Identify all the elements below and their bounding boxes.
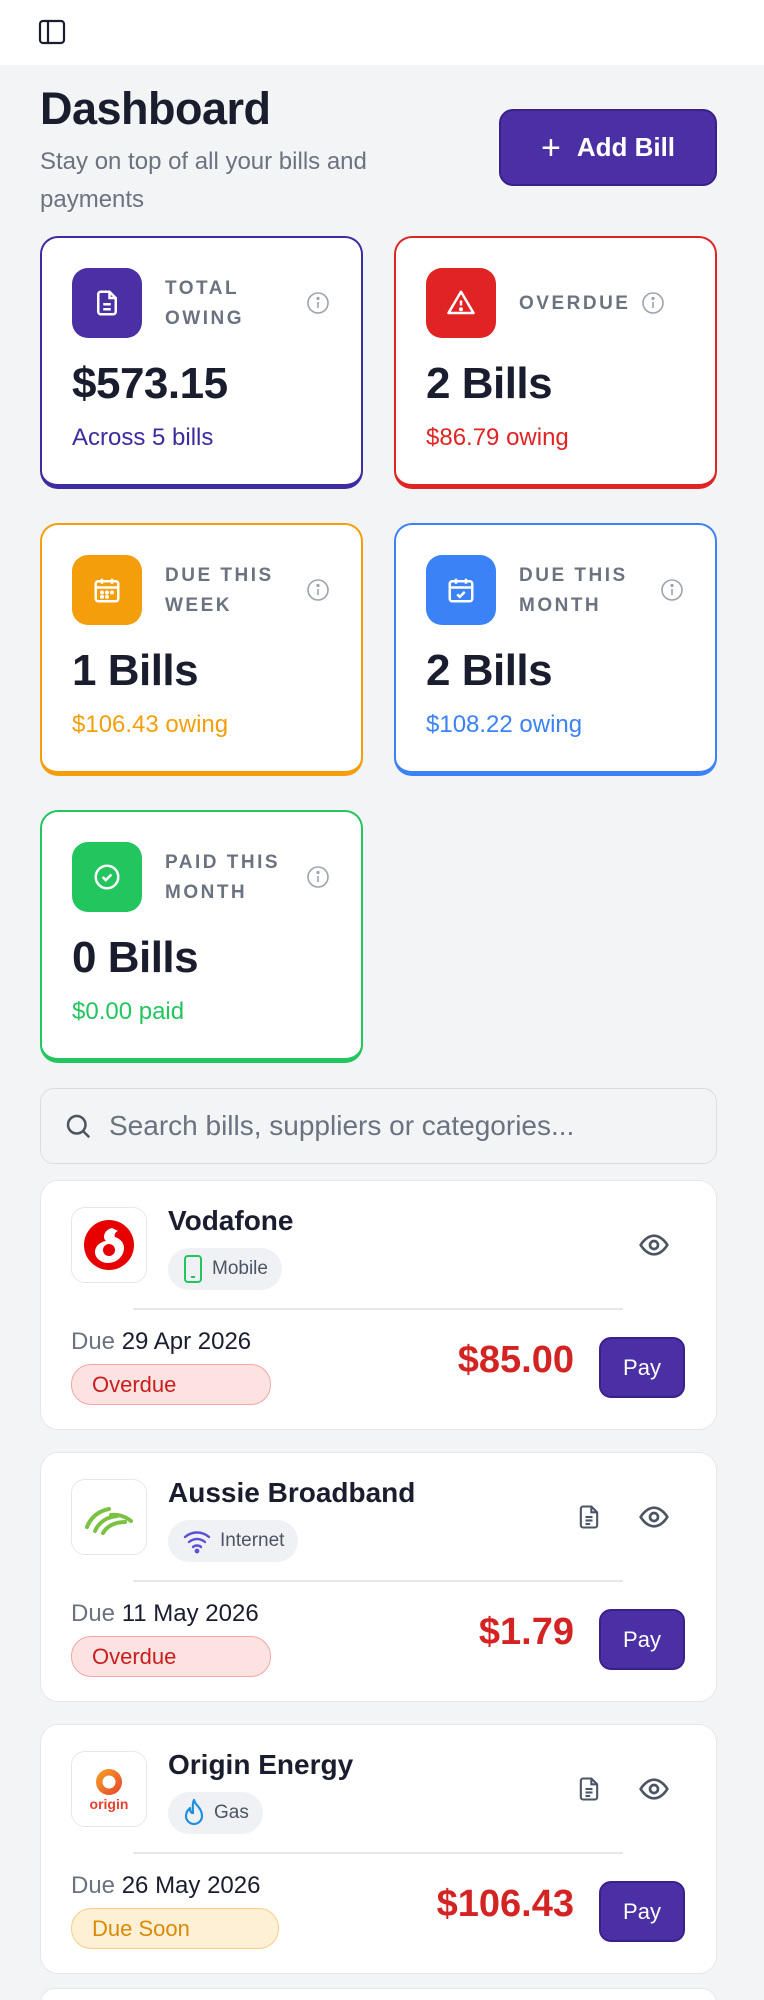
warning-icon (426, 268, 496, 338)
page-subtitle: Stay on top of all your bills and paymen… (40, 148, 367, 213)
aussie-broadband-logo (71, 1479, 147, 1555)
pay-button[interactable]: Pay (599, 1881, 685, 1942)
bill-card-aussie-broadband[interactable]: Aussie Broadband Internet Due 11 May 202… (40, 1452, 717, 1702)
bill-due-date: Due 11 May 2026 (71, 1600, 259, 1628)
divider (133, 1308, 623, 1310)
pay-button[interactable]: Pay (599, 1337, 685, 1398)
info-icon[interactable] (306, 291, 330, 315)
search-input[interactable] (109, 1110, 669, 1142)
due-prefix: Due (71, 1872, 116, 1899)
stat-label: OVERDUE (519, 293, 631, 314)
stat-label: TOTAL OWING (165, 278, 244, 329)
eye-icon[interactable] (636, 1771, 672, 1807)
stat-value: $573.15 (72, 359, 228, 408)
stat-value: 2 Bills (426, 359, 553, 408)
bill-card-origin-energy[interactable]: origin Origin Energy Gas Due 26 May 2026… (40, 1724, 717, 1974)
status-badge: Overdue (71, 1364, 271, 1405)
stat-sub: Across 5 bills (72, 424, 214, 451)
bill-amount: $85.00 (457, 1339, 574, 1381)
info-icon[interactable] (306, 865, 330, 889)
stat-sub: $0.00 paid (72, 998, 185, 1025)
info-icon[interactable] (660, 578, 684, 602)
stat-value: 0 Bills (72, 933, 199, 982)
top-bar (0, 0, 764, 65)
bill-category-label: Mobile (212, 1258, 268, 1279)
plus-icon: + (540, 128, 561, 167)
flame-icon (184, 1798, 204, 1826)
divider (133, 1580, 623, 1582)
page-title: Dashboard (40, 83, 271, 134)
stat-sub: $108.22 owing (426, 711, 583, 738)
bill-amount: $1.79 (478, 1611, 574, 1653)
status-badge: Due Soon (71, 1908, 279, 1949)
due-date-value: 11 May 2026 (121, 1600, 259, 1627)
origin-logo-text: origin (89, 1796, 129, 1812)
eye-icon[interactable] (636, 1227, 672, 1263)
due-prefix: Due (71, 1600, 116, 1627)
stat-card-due-this-month: DUE THIS MONTH 2 Bills $108.22 owing (394, 523, 717, 776)
calendar-icon (72, 555, 142, 625)
document-icon[interactable] (571, 1771, 607, 1807)
bill-supplier-name: Vodafone (168, 1205, 294, 1236)
sidebar-toggle-icon[interactable] (38, 19, 66, 45)
calendar-check-icon (426, 555, 496, 625)
stat-label: DUE THIS WEEK (165, 565, 274, 616)
bill-category-badge: Gas (168, 1792, 263, 1834)
eye-icon[interactable] (636, 1499, 672, 1535)
bill-card-vodafone[interactable]: Vodafone Mobile Due 29 Apr 2026 Overdue … (40, 1180, 717, 1430)
bill-due-date: Due 29 Apr 2026 (71, 1328, 251, 1356)
add-bill-button[interactable]: + Add Bill (499, 109, 717, 186)
stat-label: PAID THIS MONTH (165, 852, 281, 903)
stat-sub: $106.43 owing (72, 711, 229, 738)
add-bill-label: Add Bill (576, 132, 676, 162)
stat-sub: $86.79 owing (426, 424, 569, 451)
stat-value: 2 Bills (426, 646, 553, 695)
status-badge: Overdue (71, 1636, 271, 1677)
bill-category-badge: Mobile (168, 1248, 282, 1290)
due-date-value: 26 May 2026 (121, 1872, 261, 1899)
bill-category-label: Internet (220, 1530, 285, 1551)
search-icon (66, 1114, 91, 1139)
stat-value: 1 Bills (72, 646, 199, 695)
bill-card-partial (40, 1988, 717, 2000)
mobile-phone-icon (184, 1255, 202, 1283)
info-icon[interactable] (306, 578, 330, 602)
document-icon[interactable] (571, 1499, 607, 1535)
origin-energy-logo: origin (71, 1751, 147, 1827)
bill-category-label: Gas (214, 1802, 249, 1823)
stat-card-due-this-week: DUE THIS WEEK 1 Bills $106.43 owing (40, 523, 363, 776)
due-prefix: Due (71, 1328, 116, 1355)
document-icon (72, 268, 142, 338)
bill-due-date: Due 26 May 2026 (71, 1872, 260, 1900)
search-bar (40, 1088, 717, 1164)
vodafone-logo (71, 1207, 147, 1283)
stat-label: DUE THIS MONTH (519, 565, 628, 616)
stat-card-overdue: OVERDUE 2 Bills $86.79 owing (394, 236, 717, 489)
divider (133, 1852, 623, 1854)
check-circle-icon (72, 842, 142, 912)
stat-card-paid-this-month: PAID THIS MONTH 0 Bills $0.00 paid (40, 810, 363, 1063)
stat-card-total-owing: TOTAL OWING $573.15 Across 5 bills (40, 236, 363, 489)
info-icon[interactable] (641, 291, 665, 315)
wifi-icon (183, 1531, 211, 1554)
due-date-value: 29 Apr 2026 (121, 1328, 252, 1355)
bill-supplier-name: Origin Energy (168, 1749, 354, 1780)
bill-amount: $106.43 (436, 1883, 574, 1925)
bill-supplier-name: Aussie Broadband (168, 1477, 416, 1508)
bill-category-badge: Internet (168, 1520, 299, 1562)
pay-button[interactable]: Pay (599, 1609, 685, 1670)
